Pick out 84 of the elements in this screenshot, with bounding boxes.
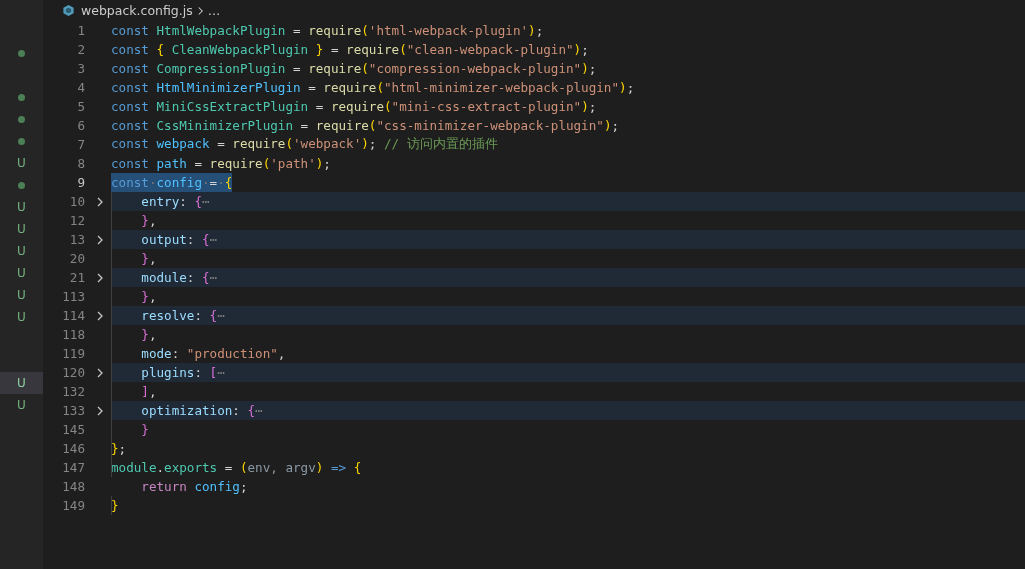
fold-chevron-icon[interactable] <box>96 309 104 322</box>
line-number: 120 <box>61 365 85 380</box>
untracked-status: U <box>17 288 26 302</box>
untracked-status: U <box>17 200 26 214</box>
file-status-row[interactable]: U <box>0 372 43 394</box>
code-line: }, <box>140 327 157 342</box>
chevron-right-icon <box>196 5 204 16</box>
breadcrumb-more[interactable]: … <box>207 3 221 18</box>
line-number: 147 <box>61 460 85 475</box>
file-status-row[interactable]: U <box>0 196 43 218</box>
status-dot <box>18 115 25 123</box>
code-line: const webpack = require('webpack'); // 访问内置的插件 <box>111 136 498 153</box>
file-status-row[interactable]: U <box>0 240 43 262</box>
file-status-row[interactable]: U <box>0 218 43 240</box>
code-line: }; <box>111 441 127 456</box>
line-number: 146 <box>61 441 85 456</box>
line-number: 119 <box>61 346 85 361</box>
file-status-row[interactable]: U <box>0 394 43 416</box>
status-dot <box>18 93 25 101</box>
untracked-status: U <box>17 266 26 280</box>
code-line: ], <box>140 384 157 399</box>
file-status-row[interactable]: U <box>0 306 43 328</box>
untracked-status: U <box>17 156 26 170</box>
code-line: const { CleanWebpackPlugin } = require("clean-webpack-plugin"); <box>111 42 589 57</box>
line-number: 1 <box>76 23 85 38</box>
code-line: const CompressionPlugin = require("compression-webpack-plugin"); <box>111 61 597 76</box>
code-line: resolve: {⋯ <box>140 308 225 323</box>
line-number: 8 <box>76 156 85 171</box>
code-line: }, <box>140 213 157 228</box>
line-number: 10 <box>68 194 85 209</box>
code-line: const path = require('path'); <box>111 156 331 171</box>
fold-chevron-icon[interactable] <box>96 404 104 417</box>
code-line: return config; <box>140 479 248 494</box>
code-line: output: {⋯ <box>140 232 218 247</box>
status-dot <box>18 49 25 57</box>
line-number: 21 <box>68 270 85 285</box>
untracked-status: U <box>17 310 26 324</box>
line-number: 148 <box>61 479 85 494</box>
line-number: 145 <box>61 422 85 437</box>
code-line: optimization: {⋯ <box>140 403 263 418</box>
file-status-row[interactable]: U <box>0 284 43 306</box>
code-line: const HtmlWebpackPlugin = require('html-webpack-plugin'); <box>111 23 544 38</box>
fold-chevron-icon[interactable] <box>96 195 104 208</box>
untracked-status: U <box>17 376 26 390</box>
code-line: entry: {⋯ <box>140 194 210 209</box>
line-number: 113 <box>61 289 85 304</box>
code-line: module.exports = (env, argv) => { <box>111 460 362 475</box>
webpack-cube-icon <box>62 4 75 17</box>
untracked-status: U <box>17 244 26 258</box>
code-line: } <box>111 498 119 513</box>
code-line: const MiniCssExtractPlugin = require("mini-css-extract-plugin"); <box>111 99 597 114</box>
line-number: 114 <box>61 308 85 323</box>
line-number: 9 <box>76 175 85 190</box>
line-number: 6 <box>76 118 85 133</box>
code-line: } <box>140 422 149 437</box>
line-number: 133 <box>61 403 85 418</box>
line-number: 5 <box>76 99 85 114</box>
status-dot <box>18 137 25 145</box>
line-number: 4 <box>76 80 85 95</box>
line-number: 12 <box>68 213 85 228</box>
file-status-row[interactable]: U <box>0 152 43 174</box>
code-line: const HtmlMinimizerPlugin = require("html-minimizer-webpack-plugin"); <box>111 80 635 95</box>
code-line: plugins: [⋯ <box>140 365 225 380</box>
untracked-status: U <box>17 398 26 412</box>
line-number: 7 <box>76 137 85 152</box>
status-dot <box>18 181 25 189</box>
code-line: }, <box>140 251 157 266</box>
untracked-status: U <box>17 222 26 236</box>
fold-chevron-icon[interactable] <box>96 271 104 284</box>
line-number: 3 <box>76 61 85 76</box>
code-line: const CssMinimizerPlugin = require("css-minimizer-webpack-plugin"); <box>111 118 620 133</box>
line-number: 118 <box>61 327 85 342</box>
code-line: }, <box>140 289 157 304</box>
line-number: 13 <box>68 232 85 247</box>
line-number: 20 <box>68 251 85 266</box>
file-status-row[interactable]: U <box>0 262 43 284</box>
code-line: mode: "production", <box>140 346 286 361</box>
fold-chevron-icon[interactable] <box>96 233 104 246</box>
fold-chevron-icon[interactable] <box>96 366 104 379</box>
line-number: 132 <box>61 384 85 399</box>
line-number: 149 <box>61 498 85 513</box>
code-line: module: {⋯ <box>140 270 218 285</box>
line-number: 2 <box>76 42 85 57</box>
breadcrumb-file[interactable]: webpack.config.js <box>81 3 193 18</box>
